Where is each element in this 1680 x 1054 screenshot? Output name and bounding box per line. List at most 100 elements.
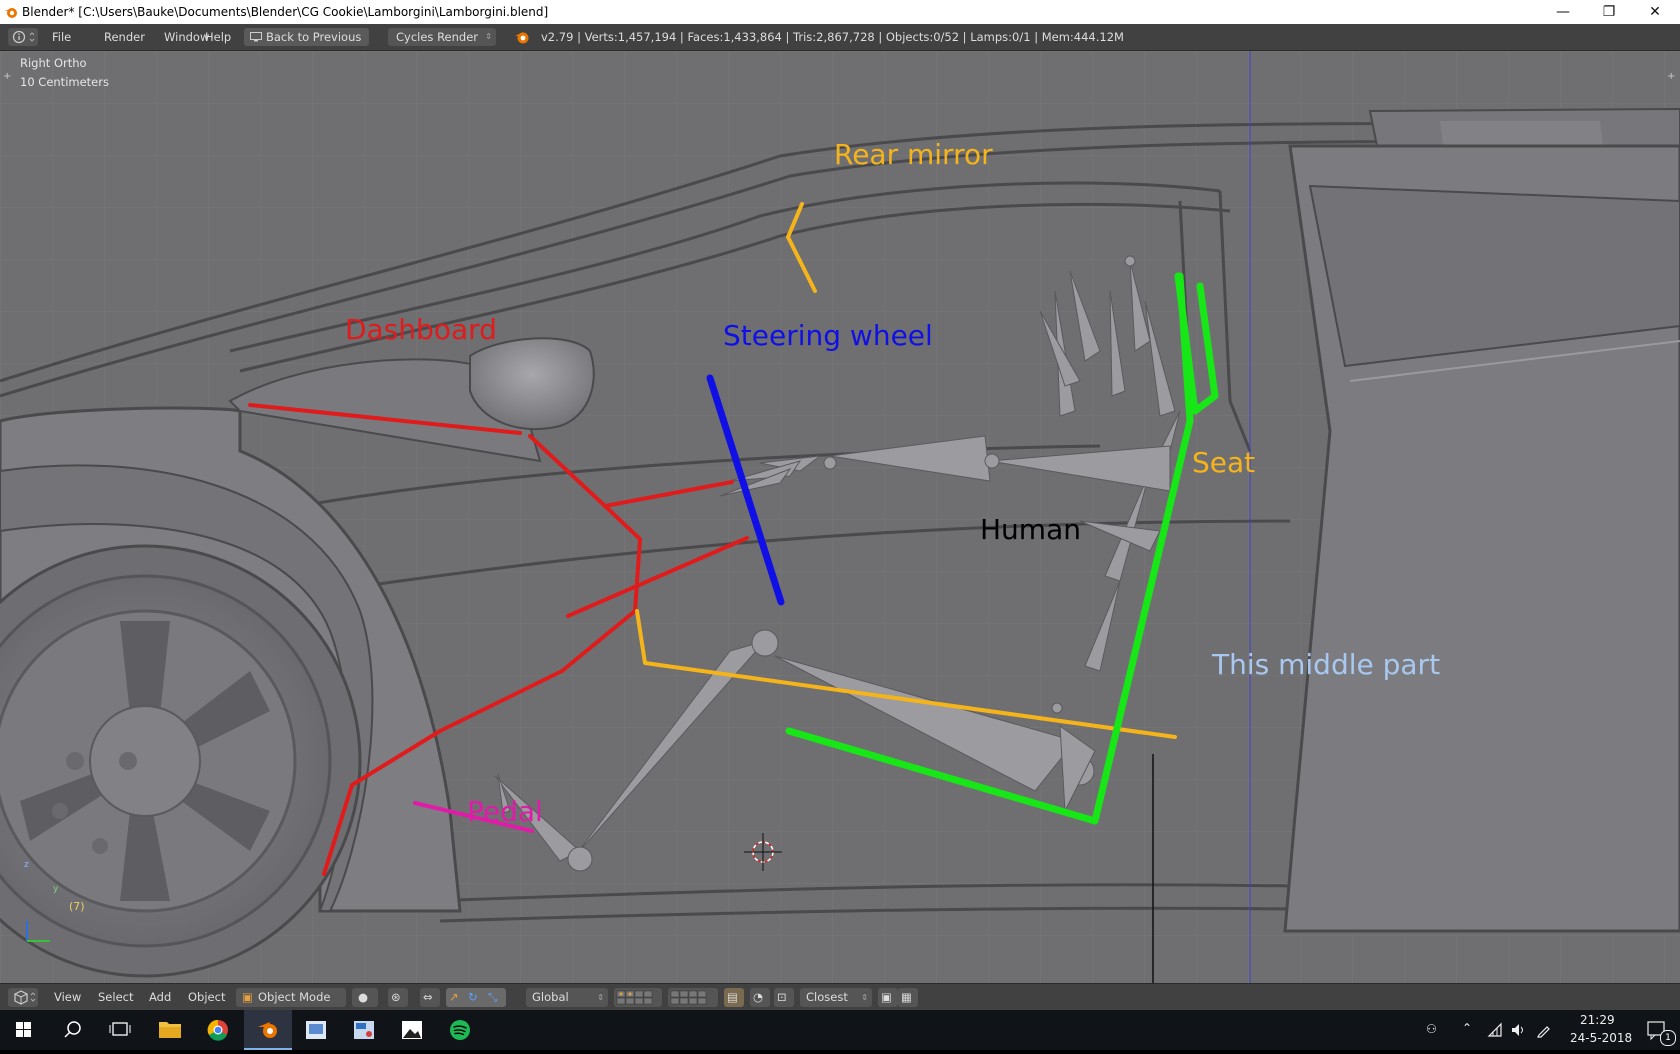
layer-buttons[interactable] <box>614 988 662 1007</box>
paint-button[interactable] <box>340 1010 388 1050</box>
chrome-icon <box>207 1019 228 1041</box>
blender-icon <box>258 1022 277 1038</box>
orientation-label: Global <box>532 990 569 1004</box>
photos-button[interactable] <box>388 1010 436 1050</box>
editor-type-selector[interactable] <box>8 988 38 1007</box>
blender-taskbar-button[interactable] <box>244 1010 292 1050</box>
pen-icon[interactable] <box>1536 1022 1552 1038</box>
menu-view[interactable]: View <box>54 984 81 1011</box>
menu-select[interactable]: Select <box>98 984 133 1011</box>
window-titlebar: Blender* [C:\Users\Bauke\Documents\Blend… <box>0 0 1680 24</box>
corner-plus-icon[interactable]: + <box>1667 71 1675 82</box>
label-steering-wheel: Steering wheel <box>723 319 933 352</box>
translate-icon: ↗ <box>449 990 459 1004</box>
mode-label: Object Mode <box>258 990 331 1004</box>
camera-icon: ▣ <box>881 990 892 1004</box>
opengl-animation-button[interactable]: ▦ <box>898 988 918 1007</box>
label-rear-mirror: Rear mirror <box>834 138 993 171</box>
manipulator-icon: ⇔ <box>423 990 433 1004</box>
sphere-icon: ● <box>358 990 369 1004</box>
transform-orientation-selector[interactable]: Global ⇕ <box>526 988 608 1007</box>
scale-icon: ⤡ <box>488 990 498 1004</box>
render-engine-label: Cycles Render <box>396 30 479 44</box>
windows-taskbar: ⚇ ⌃ 21:29 24-5-2018 1 <box>0 1010 1680 1050</box>
3d-viewport[interactable]: + + Right Ortho 10 Centimeters z y (7) R… <box>0 51 1680 983</box>
layers-icon <box>616 990 653 1005</box>
chrome-button[interactable] <box>194 1010 242 1050</box>
proportional-icon: ◔ <box>753 990 764 1004</box>
label-human: Human <box>980 513 1081 546</box>
pivot-point-selector[interactable]: ⊛ <box>388 988 408 1007</box>
viewport-scene: + + <box>0 51 1680 983</box>
image-viewer-icon <box>306 1021 326 1039</box>
network-icon[interactable] <box>1487 1022 1503 1038</box>
spotify-icon <box>450 1020 470 1040</box>
corner-plus-icon[interactable]: + <box>3 71 11 82</box>
start-button[interactable] <box>0 1010 48 1050</box>
viewport-shading-selector[interactable]: ● <box>352 988 378 1007</box>
menu-window[interactable]: Window <box>164 24 209 50</box>
task-view-icon <box>109 1022 131 1036</box>
chevron-updown-icon: ⇕ <box>861 993 868 1002</box>
3d-view-header: View Select Add Object ▣ Object Mode ● ⊛… <box>0 983 1680 1011</box>
cube-icon <box>14 990 36 1005</box>
volume-icon[interactable] <box>1510 1022 1526 1038</box>
menu-render[interactable]: Render <box>104 24 145 50</box>
task-view-button[interactable] <box>96 1010 144 1050</box>
chevron-updown-icon: ⇕ <box>597 993 604 1002</box>
pivot-icon: ⊛ <box>391 990 401 1004</box>
lock-camera-toggle[interactable]: ▤ <box>724 988 744 1007</box>
chevron-up-icon[interactable]: ⌃ <box>1462 1021 1472 1035</box>
info-icon <box>12 30 35 44</box>
windows-logo-icon <box>16 1022 31 1037</box>
menu-file[interactable]: File <box>52 24 71 50</box>
magnet-icon: ⊡ <box>777 990 787 1004</box>
folder-icon <box>159 1022 181 1038</box>
restore-button[interactable]: ❐ <box>1586 0 1632 24</box>
editor-type-selector[interactable] <box>8 28 38 46</box>
view-name: Right Ortho <box>20 56 87 70</box>
close-button[interactable]: ✕ <box>1632 0 1678 24</box>
menu-help[interactable]: Help <box>205 24 231 50</box>
action-center-button[interactable]: 1 <box>1636 1010 1680 1050</box>
layer-buttons-2[interactable] <box>668 988 718 1007</box>
people-icon[interactable]: ⚇ <box>1426 1022 1437 1036</box>
screen-icon <box>250 32 262 42</box>
minimize-button[interactable]: — <box>1540 0 1586 24</box>
back-to-previous-label: Back to Previous <box>266 30 362 44</box>
image-viewer-button[interactable] <box>292 1010 340 1050</box>
label-pedal: Pedal <box>467 795 543 828</box>
object-mode-icon: ▣ <box>242 990 253 1004</box>
transform-manipulators[interactable]: ↗ ↻ ⤡ <box>446 988 506 1007</box>
back-to-previous-button[interactable]: Back to Previous <box>244 28 370 46</box>
blender-logo-icon <box>5 8 17 18</box>
axis-y-label: y <box>53 884 59 894</box>
paint-icon <box>354 1021 374 1039</box>
menu-object[interactable]: Object <box>188 984 225 1011</box>
snap-toggle[interactable]: ⊡ <box>774 988 794 1007</box>
label-dashboard: Dashboard <box>345 313 497 346</box>
frame-number: (7) <box>69 900 85 913</box>
info-header: File Render Window Help Back to Previous… <box>0 24 1680 51</box>
chevron-updown-icon: ⇕ <box>485 32 492 41</box>
rotate-icon: ↻ <box>468 990 478 1004</box>
notification-count: 1 <box>1660 1030 1676 1046</box>
manipulator-toggle[interactable]: ⇔ <box>420 988 440 1007</box>
axis-z-label: z <box>24 860 29 870</box>
clock-date[interactable]: 24-5-2018 <box>1570 1031 1632 1045</box>
search-button[interactable] <box>48 1010 96 1050</box>
blender-logo-icon <box>515 32 529 44</box>
window-title: Blender* [C:\Users\Bauke\Documents\Blend… <box>22 5 549 19</box>
label-middle-part: This middle part <box>1212 648 1441 681</box>
clock-time[interactable]: 21:29 <box>1580 1013 1615 1027</box>
scene-stats: v2.79 | Verts:1,457,194 | Faces:1,433,86… <box>541 30 1124 44</box>
menu-add[interactable]: Add <box>149 984 171 1011</box>
clapper-icon: ▦ <box>901 990 912 1004</box>
mode-selector[interactable]: ▣ Object Mode <box>236 988 346 1007</box>
file-explorer-button[interactable] <box>146 1010 194 1050</box>
spotify-button[interactable] <box>436 1010 484 1050</box>
render-engine-selector[interactable]: Cycles Render ⇕ <box>388 28 496 46</box>
opengl-render-button[interactable]: ▣ <box>878 988 898 1007</box>
snap-target-selector[interactable]: Closest ⇕ <box>800 988 872 1007</box>
proportional-edit-toggle[interactable]: ◔ <box>750 988 770 1007</box>
